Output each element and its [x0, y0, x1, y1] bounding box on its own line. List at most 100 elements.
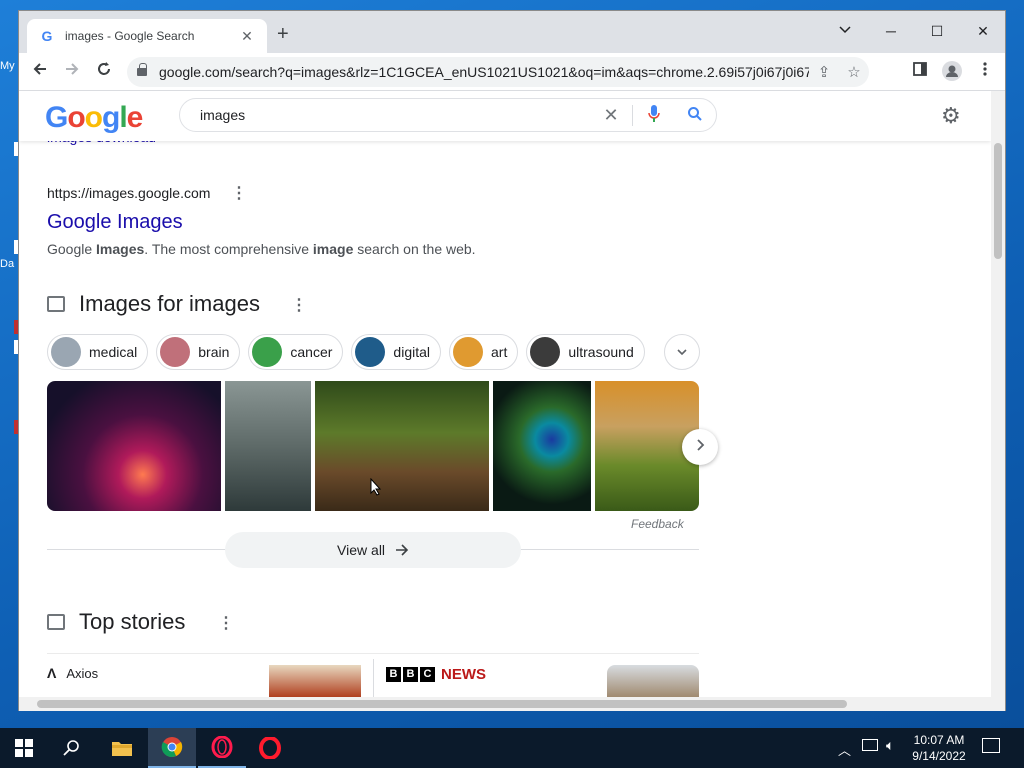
result-cite[interactable]: https://images.google.com: [47, 185, 210, 201]
system-clock[interactable]: 10:07 AM 9/14/2022: [900, 732, 978, 764]
opera-icon: [259, 737, 281, 759]
avatar-icon: [942, 61, 962, 81]
images-section-header: Images for images: [47, 291, 260, 317]
image-thumbnail-tree-sunset[interactable]: [47, 381, 221, 511]
result-title[interactable]: Google Images: [47, 211, 183, 234]
tab-strip: G images - Google Search ✕ + ─ ☐ ✕: [19, 11, 1005, 53]
scrollbar-thumb[interactable]: [994, 143, 1002, 259]
desktop-label: My: [0, 60, 15, 72]
horizontal-scrollbar[interactable]: [19, 697, 1005, 711]
chip-art[interactable]: art: [449, 334, 519, 370]
chip-label: brain: [198, 344, 230, 360]
story-source-axios[interactable]: Λ Axios: [47, 665, 98, 681]
network-icon[interactable]: [862, 739, 878, 751]
chip-label: ultrasound: [568, 344, 634, 360]
chip-cancer[interactable]: cancer: [248, 334, 344, 370]
browser-toolbar: google.com/search?q=images&rlz=1C1GCEA_e…: [19, 53, 1005, 91]
image-thumbnail-forest-path[interactable]: [315, 381, 489, 511]
chip-label: cancer: [290, 344, 333, 360]
chip-brain[interactable]: brain: [156, 334, 241, 370]
image-thumbnail-book[interactable]: [225, 381, 311, 511]
chevron-right-icon: [697, 439, 705, 451]
browser-tab[interactable]: G images - Google Search ✕: [27, 19, 267, 53]
bbc-letter: C: [420, 667, 435, 682]
settings-gear-icon[interactable]: ⚙: [941, 103, 961, 129]
search-box[interactable]: images ✕: [179, 98, 717, 132]
forward-button[interactable]: [61, 61, 83, 83]
folder-icon: [112, 742, 132, 756]
clear-icon[interactable]: ✕: [590, 105, 632, 126]
new-tab-button[interactable]: +: [277, 24, 289, 44]
back-button[interactable]: [29, 61, 51, 83]
taskbar-opera[interactable]: [246, 728, 294, 768]
chip-label: medical: [89, 344, 138, 360]
start-button[interactable]: [0, 728, 48, 768]
stories-more-icon[interactable]: ⋮: [218, 613, 234, 633]
bbc-letter: B: [386, 667, 401, 682]
taskbar-file-explorer[interactable]: [98, 728, 146, 768]
search-input[interactable]: images: [200, 107, 590, 123]
kebab-menu-icon: [983, 62, 987, 76]
chip-thumbnail: [51, 337, 81, 367]
menu-button[interactable]: [974, 61, 996, 83]
story-divider: [373, 659, 374, 697]
taskbar-search-button[interactable]: [48, 728, 96, 768]
microphone-icon[interactable]: [632, 104, 674, 126]
vertical-scrollbar[interactable]: [991, 91, 1005, 697]
snippet-text: . The most comprehensive: [144, 241, 313, 257]
profile-button[interactable]: [941, 61, 963, 83]
bbc-news-logo[interactable]: B B C NEWS: [386, 666, 486, 683]
source-name: Axios: [66, 665, 99, 681]
scrollbar-thumb[interactable]: [37, 700, 847, 708]
google-favicon-icon: G: [41, 28, 53, 44]
bbc-letter: B: [403, 667, 418, 682]
url-text: google.com/search?q=images&rlz=1C1GCEA_e…: [159, 64, 809, 80]
image-icon: [47, 296, 65, 312]
desktop-label: Da: [0, 258, 15, 270]
bookmark-star-icon[interactable]: ☆: [839, 63, 869, 81]
chip-digital[interactable]: digital: [351, 334, 442, 370]
top-stories-header: Top stories: [47, 609, 185, 635]
top-stories-title: Top stories: [79, 609, 186, 634]
image-thumbnail-peacock-feather[interactable]: [493, 381, 591, 511]
result-more-icon[interactable]: ⋮: [231, 183, 247, 203]
tab-search-button[interactable]: [822, 17, 868, 45]
notification-icon[interactable]: [982, 738, 1000, 753]
address-bar[interactable]: google.com/search?q=images&rlz=1C1GCEA_e…: [127, 57, 869, 87]
tab-title: images - Google Search: [65, 29, 195, 43]
chip-medical[interactable]: medical: [47, 334, 149, 370]
back-arrow-icon: [33, 63, 46, 75]
chrome-icon: [161, 737, 183, 757]
volume-icon[interactable]: 🔈︎: [886, 737, 894, 754]
snippet-text: search on the web.: [353, 241, 476, 257]
story-thumbnail[interactable]: [269, 665, 361, 697]
close-window-button[interactable]: ✕: [960, 17, 1006, 45]
chevron-down-icon: [677, 349, 687, 356]
search-icon[interactable]: [674, 106, 716, 125]
feedback-link[interactable]: Feedback: [631, 517, 684, 531]
story-thumbnail[interactable]: [607, 665, 699, 697]
taskbar-chrome[interactable]: [148, 728, 196, 768]
images-more-icon[interactable]: ⋮: [291, 295, 307, 315]
windows-logo-icon: [15, 739, 33, 757]
google-logo[interactable]: Google: [45, 101, 143, 135]
close-tab-icon[interactable]: ✕: [239, 28, 255, 45]
reload-icon: [98, 62, 110, 75]
share-icon[interactable]: ⇪: [809, 63, 839, 81]
chip-ultrasound[interactable]: ultrasound: [526, 334, 645, 370]
minimize-button[interactable]: ─: [868, 17, 914, 45]
carousel-next-button[interactable]: [682, 429, 718, 465]
side-panel-icon: [913, 62, 927, 76]
clock-date: 9/14/2022: [912, 749, 966, 763]
reload-button[interactable]: [93, 61, 115, 83]
maximize-button[interactable]: ☐: [914, 17, 960, 45]
view-all-button[interactable]: View all: [225, 532, 521, 568]
tray-chevron-up-icon[interactable]: ︿: [838, 740, 851, 759]
chip-thumbnail: [530, 337, 561, 367]
side-panel-button[interactable]: [909, 61, 931, 83]
clock-time: 10:07 AM: [913, 733, 965, 747]
taskbar-opera-gx[interactable]: [198, 728, 246, 768]
axios-logo-icon: Λ: [47, 665, 57, 681]
chip-thumbnail: [252, 337, 283, 367]
chips-expand-button[interactable]: [664, 334, 700, 370]
